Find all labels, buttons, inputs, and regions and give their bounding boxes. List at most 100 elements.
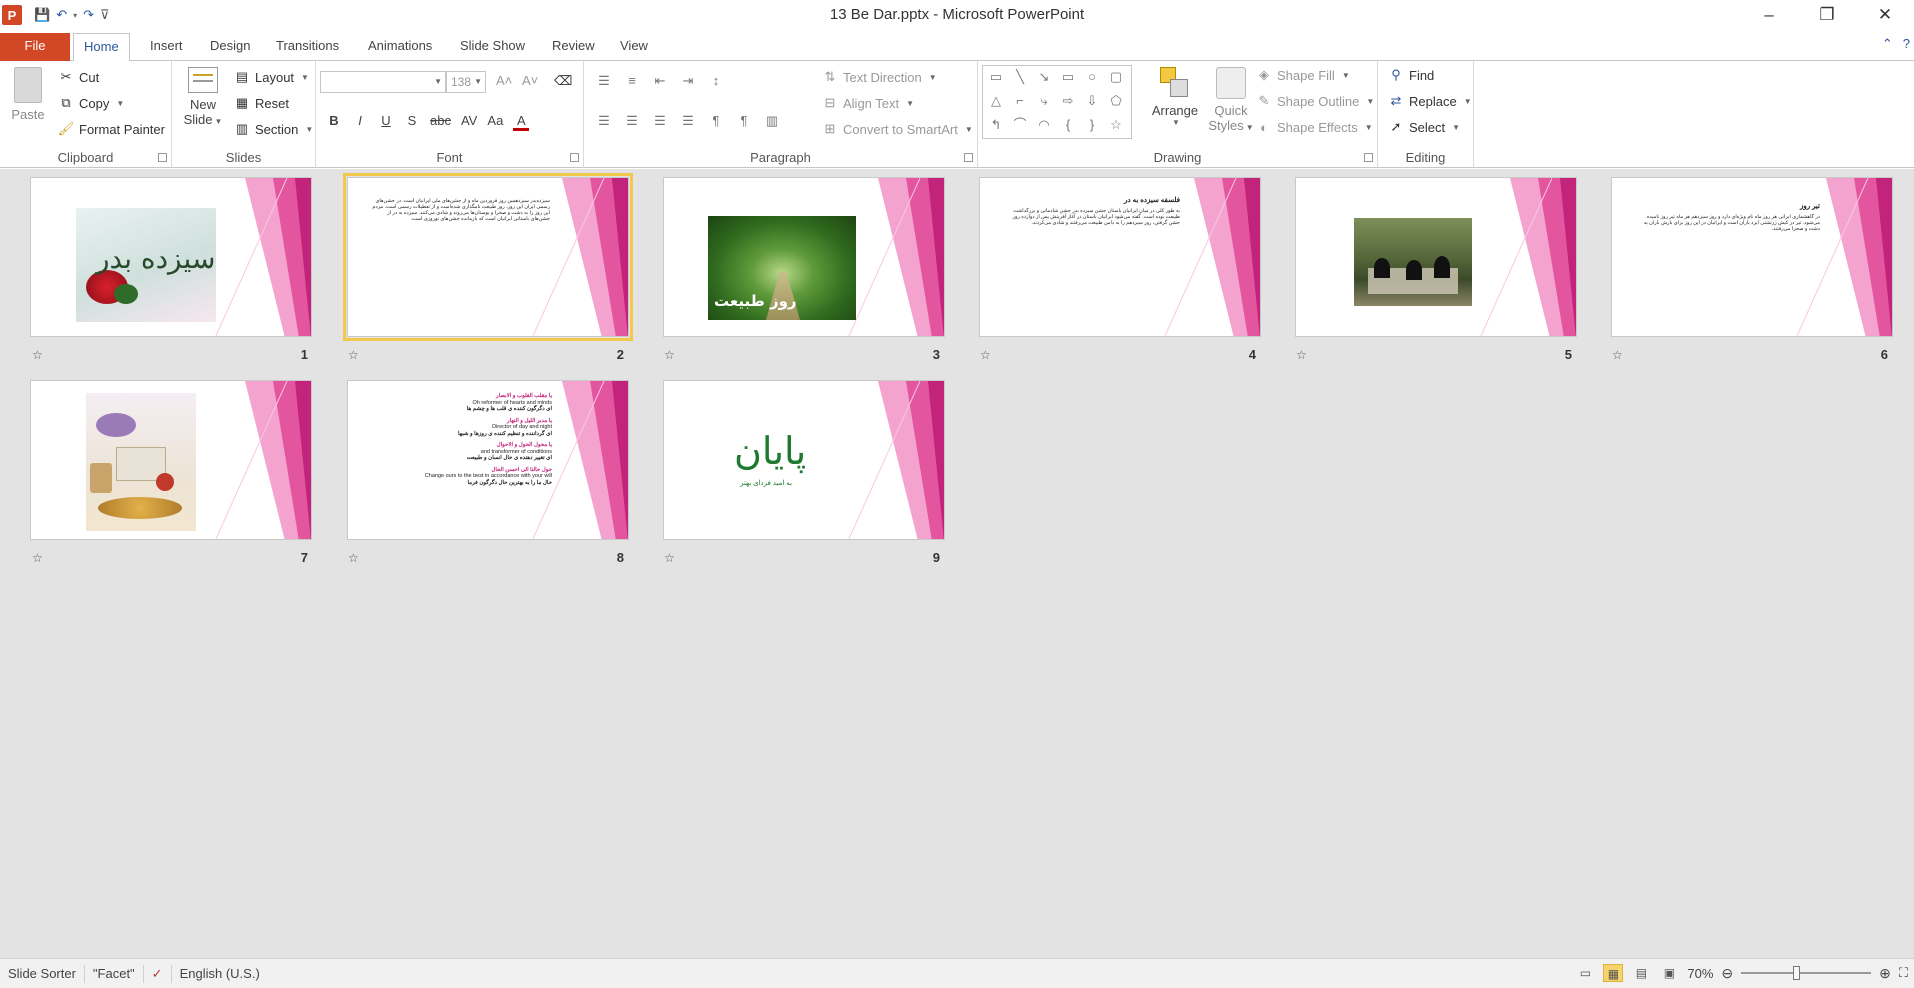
clipboard-launcher-icon[interactable] [158, 153, 167, 162]
new-slide-button[interactable]: New Slide ▼ [180, 67, 226, 127]
star-shape-icon[interactable]: ☆ [1107, 116, 1125, 134]
spelling-icon[interactable]: ✓ [144, 964, 172, 983]
zoom-in-button[interactable]: ⊕ [1879, 965, 1891, 982]
slide-thumbnail-1[interactable]: سیزده بدر [30, 177, 312, 337]
layout-button[interactable]: ▤ Layout ▼ [234, 69, 309, 85]
bold-button[interactable]: B [326, 113, 342, 131]
shape-outline-button[interactable]: ✎ Shape Outline ▼ [1256, 93, 1375, 109]
textbox-shape-icon[interactable]: ▭ [987, 68, 1005, 86]
line-spacing-icon[interactable]: ↕ [708, 73, 724, 89]
slide-thumbnail-7[interactable] [30, 380, 312, 540]
drawing-launcher-icon[interactable] [1364, 153, 1373, 162]
minimize-button[interactable]: – [1740, 0, 1798, 30]
slide-thumbnail-4[interactable]: فلسفه سیزده به در به طور کلی در میان ایر… [979, 177, 1261, 337]
arc-shape-icon[interactable]: ◠ [1035, 116, 1053, 134]
transition-star-icon[interactable]: ☆ [980, 348, 991, 362]
increase-indent-icon[interactable]: ⇥ [680, 73, 696, 89]
underline-button[interactable]: U [378, 113, 394, 131]
text-direction-button[interactable]: ⇅ Text Direction ▼ [822, 69, 937, 85]
left-brace-shape-icon[interactable]: { [1059, 116, 1077, 134]
oval-shape-icon[interactable]: ○ [1083, 68, 1101, 86]
character-spacing-button[interactable]: AV [461, 113, 477, 131]
close-button[interactable]: ✕ [1856, 0, 1914, 30]
replace-button[interactable]: ⇄ Replace ▼ [1388, 93, 1472, 109]
tab-file[interactable]: File [0, 33, 70, 61]
shadow-button[interactable]: S [404, 113, 420, 131]
clear-formatting-button[interactable]: ⌫ [554, 73, 572, 89]
grow-font-button[interactable]: A˄ [496, 73, 512, 88]
customize-icon[interactable]: ⊽ [100, 7, 110, 23]
undo-dropdown-icon[interactable]: ▾ [73, 11, 77, 20]
paste-button[interactable]: Paste [8, 67, 48, 122]
change-case-button[interactable]: Aa [487, 113, 503, 131]
tab-design[interactable]: Design [200, 33, 260, 61]
transition-star-icon[interactable]: ☆ [32, 551, 43, 565]
arrow-line-shape-icon[interactable]: ↘ [1035, 68, 1053, 86]
redo-icon[interactable]: ↷ [83, 7, 94, 23]
transition-star-icon[interactable]: ☆ [1296, 348, 1307, 362]
tab-slide-show[interactable]: Slide Show [450, 33, 535, 61]
columns-icon[interactable]: ▥ [764, 113, 780, 129]
font-size-field[interactable]: 138 ▼ [446, 71, 486, 93]
align-left-icon[interactable]: ☰ [596, 113, 612, 129]
arrange-button[interactable]: Arrange ▼ [1148, 67, 1202, 127]
tab-home[interactable]: Home [73, 33, 130, 62]
zoom-slider[interactable] [1741, 966, 1872, 980]
decrease-indent-icon[interactable]: ⇤ [652, 73, 668, 89]
rtl-icon[interactable]: ¶ [736, 113, 752, 129]
copy-button[interactable]: ⧉ Copy ▼ [58, 95, 124, 111]
paragraph-launcher-icon[interactable] [964, 153, 973, 162]
transition-star-icon[interactable]: ☆ [32, 348, 43, 362]
bullets-icon[interactable]: ☰ [596, 73, 612, 89]
reset-button[interactable]: ▦ Reset [234, 95, 289, 111]
down-arrow-shape-icon[interactable]: ⇩ [1083, 92, 1101, 110]
transition-star-icon[interactable]: ☆ [664, 348, 675, 362]
font-name-field[interactable]: ▼ [320, 71, 446, 93]
strikethrough-button[interactable]: abc [430, 113, 451, 131]
language-indicator[interactable]: English (U.S.) [172, 965, 268, 983]
minimize-ribbon-icon[interactable]: ⌃ [1882, 36, 1893, 52]
fit-to-window-button[interactable]: ⛶ [1899, 965, 1908, 981]
slide-thumbnail-6[interactable]: تیر روز در گاهشماری ایرانی هر روز ماه نا… [1611, 177, 1893, 337]
convert-smartart-button[interactable]: ⊞ Convert to SmartArt ▼ [822, 121, 973, 137]
right-arrow-shape-icon[interactable]: ⇨ [1059, 92, 1077, 110]
reading-view-button[interactable]: ▤ [1631, 964, 1651, 982]
align-text-button[interactable]: ⊟ Align Text ▼ [822, 95, 915, 111]
elbow-connector-shape-icon[interactable]: ⌐ [1011, 92, 1029, 110]
slide-thumbnail-2[interactable]: سیزده‌بدر سیزدهمین روز فروردین ماه و از … [343, 173, 633, 341]
align-right-icon[interactable]: ☰ [652, 113, 668, 129]
slide-thumbnail-5[interactable] [1295, 177, 1577, 337]
slide-show-button[interactable]: ▣ [1659, 964, 1679, 982]
elbow-arrow-shape-icon[interactable]: ⤷ [1035, 92, 1053, 110]
theme-indicator[interactable]: "Facet" [85, 964, 144, 983]
transition-star-icon[interactable]: ☆ [664, 551, 675, 565]
zoom-slider-thumb[interactable] [1793, 966, 1801, 980]
transition-star-icon[interactable]: ☆ [348, 551, 359, 565]
powerpoint-app-icon[interactable]: P [2, 5, 22, 25]
font-color-button[interactable]: A [513, 113, 530, 131]
shrink-font-button[interactable]: A˅ [522, 73, 538, 88]
slide-sorter-view-button[interactable]: ▦ [1603, 964, 1624, 982]
restore-button[interactable]: ❐ [1798, 0, 1856, 30]
right-brace-shape-icon[interactable]: } [1083, 116, 1101, 134]
pentagon-shape-icon[interactable]: ⬠ [1107, 92, 1125, 110]
shape-fill-button[interactable]: ◈ Shape Fill ▼ [1256, 67, 1350, 83]
undo-icon[interactable]: ↶ [56, 7, 67, 23]
zoom-out-button[interactable]: ⊖ [1721, 965, 1733, 982]
tab-review[interactable]: Review [542, 33, 605, 61]
shapes-gallery[interactable]: ▭ ╲ ↘ ▭ ○ ▢ △ ⌐ ⤷ ⇨ ⇩ ⬠ ↰ ⌒ ◠ { } ☆ [982, 65, 1132, 139]
slide-thumbnail-8[interactable]: یا مقلب القلوب و الابصار Oh reformer of … [347, 380, 629, 540]
help-icon[interactable]: ? [1903, 36, 1910, 52]
transition-star-icon[interactable]: ☆ [1612, 348, 1623, 362]
tab-animations[interactable]: Animations [358, 33, 442, 61]
tab-insert[interactable]: Insert [140, 33, 193, 61]
quick-styles-button[interactable]: Quick Styles ▼ [1206, 67, 1256, 133]
format-painter-button[interactable]: 🖌 Format Painter [58, 121, 165, 137]
ltr-icon[interactable]: ¶ [708, 113, 724, 129]
rectangle-shape-icon[interactable]: ▭ [1059, 68, 1077, 86]
align-center-icon[interactable]: ☰ [624, 113, 640, 129]
cut-button[interactable]: ✂ Cut [58, 69, 100, 85]
triangle-shape-icon[interactable]: △ [987, 92, 1005, 110]
tab-transitions[interactable]: Transitions [266, 33, 349, 61]
font-launcher-icon[interactable] [570, 153, 579, 162]
